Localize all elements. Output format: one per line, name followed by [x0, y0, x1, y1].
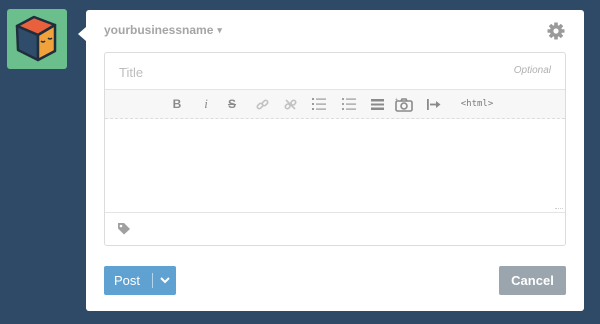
- title-optional-label: Optional: [513, 65, 551, 76]
- italic-button[interactable]: i: [201, 90, 211, 118]
- card-pointer: [78, 27, 86, 41]
- blog-selector[interactable]: yourbusinessname ▾: [104, 23, 222, 37]
- html-mode-button[interactable]: <html>: [457, 90, 497, 118]
- read-more-icon[interactable]: [370, 90, 384, 118]
- gear-icon[interactable]: [546, 21, 566, 41]
- post-form-card: yourbusinessname ▾ Optional B: [86, 10, 584, 311]
- formatting-toolbar: B i S + <html>: [105, 90, 565, 119]
- title-row: Optional: [105, 53, 565, 91]
- insert-break-icon[interactable]: [427, 90, 441, 118]
- svg-text:+: +: [395, 97, 398, 103]
- cube-face-icon: [15, 15, 57, 62]
- unordered-list-icon[interactable]: [342, 90, 356, 118]
- post-button[interactable]: Post: [104, 266, 176, 295]
- tag-icon: [118, 223, 130, 235]
- link-icon[interactable]: [255, 90, 269, 118]
- ordered-list-icon[interactable]: [312, 90, 326, 118]
- chevron-down-icon[interactable]: [153, 266, 176, 295]
- strikethrough-button[interactable]: S: [226, 90, 238, 118]
- cancel-button[interactable]: Cancel: [499, 266, 566, 295]
- bold-button[interactable]: B: [171, 90, 183, 118]
- title-input[interactable]: [117, 53, 501, 91]
- chevron-down-icon: ▾: [217, 24, 222, 35]
- post-body-textarea[interactable]: [105, 119, 565, 212]
- unlink-icon[interactable]: [283, 90, 297, 118]
- camera-icon[interactable]: +: [395, 90, 413, 118]
- post-button-label: Post: [114, 273, 141, 288]
- blog-name: yourbusinessname: [104, 23, 214, 37]
- post-editor: Optional B i S +: [104, 52, 566, 246]
- avatar[interactable]: [7, 9, 67, 69]
- tags-input[interactable]: [105, 212, 565, 245]
